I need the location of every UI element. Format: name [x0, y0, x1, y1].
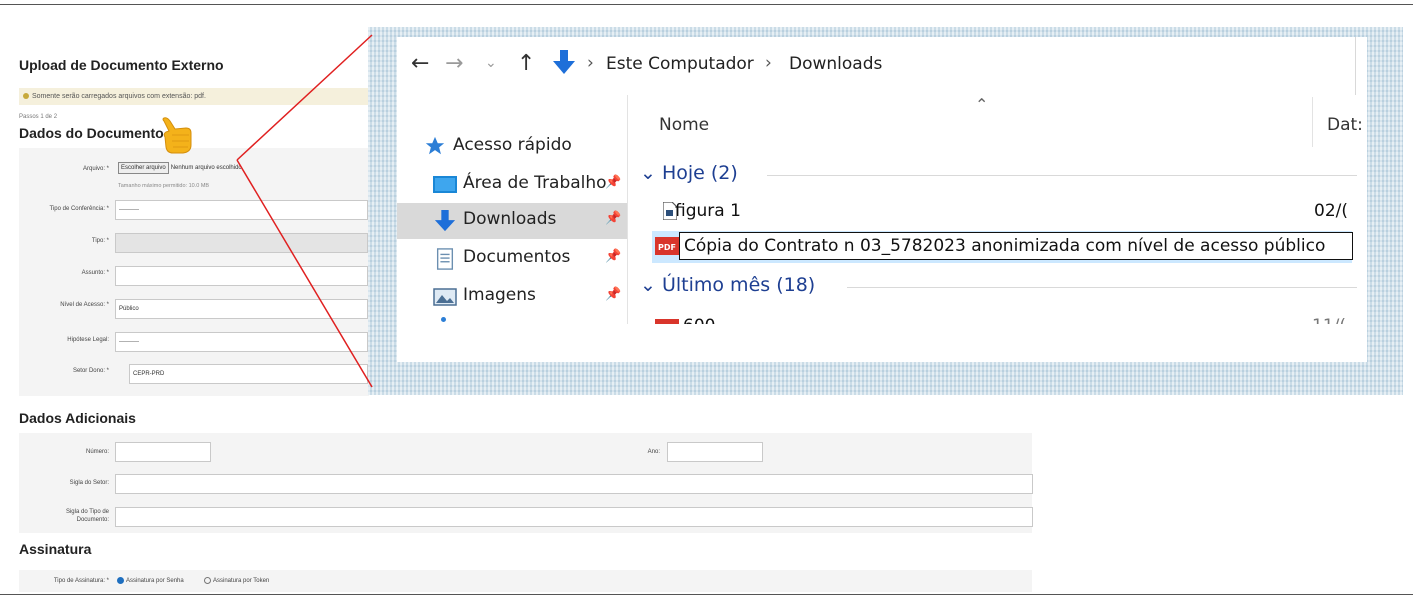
sigla-setor-input[interactable] — [115, 474, 1033, 494]
nivel-acesso-label: Nível de Acesso: * — [60, 302, 109, 308]
desktop-icon — [433, 176, 457, 193]
no-file-text: Nenhum arquivo escolhido — [170, 165, 242, 171]
pin-icon[interactable]: 📌 — [605, 249, 621, 264]
radio-unselected-icon[interactable] — [204, 577, 211, 584]
sort-ascending-icon: ⌃ — [975, 95, 989, 114]
pin-icon[interactable]: 📌 — [605, 211, 621, 226]
radio-assinatura-token[interactable]: Assinatura por Token — [204, 577, 269, 584]
pin-icon[interactable]: 📌 — [605, 287, 621, 302]
nav-item-downloads[interactable]: Downloads 📌 — [397, 203, 627, 239]
radio-senha-label: Assinatura por Senha — [126, 578, 184, 585]
pointing-hand-icon — [162, 117, 192, 154]
group-divider-line — [847, 287, 1357, 288]
star-icon — [425, 136, 445, 155]
column-header-nome[interactable]: Nome — [659, 115, 709, 135]
explorer-address-bar: ← → ⌄ ↑ › Este Computador › Downloads — [397, 37, 1367, 95]
arquivo-label: Arquivo: * — [82, 166, 109, 172]
breadcrumb-separator-icon: › — [765, 53, 772, 73]
numero-input[interactable] — [115, 442, 211, 462]
group-divider-line — [767, 175, 1357, 176]
bottom-border-line — [0, 594, 1413, 595]
recent-chevron-icon[interactable]: ⌄ — [485, 55, 497, 71]
download-arrow-icon — [553, 50, 575, 74]
tipo-label: Tipo: * — [91, 238, 109, 244]
up-arrow-icon[interactable]: ↑ — [517, 51, 535, 76]
nav-item-label: Imagens — [463, 285, 536, 305]
top-border-line — [0, 4, 1413, 5]
section-title-dados-documento: Dados do Documento — [19, 125, 164, 141]
address-bar-edge — [1355, 37, 1356, 95]
tipo-select[interactable] — [115, 233, 368, 253]
tipo-conferencia-label: Tipo de Conferência: * — [49, 206, 109, 212]
nav-item-acesso-rapido[interactable]: Acesso rápido — [397, 129, 627, 165]
nav-scroll-dot — [441, 317, 446, 322]
section-title-dados-adicionais: Dados Adicionais — [19, 410, 136, 426]
nav-item-area-de-trabalho[interactable]: Área de Trabalho 📌 — [397, 167, 627, 203]
warning-icon — [23, 93, 29, 100]
nav-item-documentos[interactable]: Documentos 📌 — [397, 241, 627, 277]
nav-item-label: Downloads — [463, 209, 557, 229]
sigla-tipo-label-line2: Documento: — [76, 517, 109, 523]
extension-notice-text: Somente serão carregados arquivos com ex… — [32, 93, 206, 100]
navigation-pane-divider — [627, 95, 628, 362]
sigla-tipo-input[interactable] — [115, 507, 1033, 527]
radio-token-label: Assinatura por Token — [213, 578, 270, 585]
nivel-acesso-select[interactable]: Público — [115, 299, 368, 319]
group-header-hoje[interactable]: ⌄ Hoje (2) — [640, 162, 738, 184]
file-row[interactable]: figura 1 02/( — [655, 197, 1355, 227]
ano-input[interactable] — [667, 442, 763, 462]
pin-icon[interactable]: 📌 — [605, 175, 621, 190]
hipotese-legal-select[interactable]: ---------- — [115, 332, 368, 352]
download-arrow-icon — [434, 210, 456, 232]
breadcrumb-este-computador[interactable]: Este Computador — [606, 54, 754, 74]
file-name: figura 1 — [675, 201, 741, 221]
radio-assinatura-senha[interactable]: Assinatura por Senha — [117, 577, 184, 584]
file-explorer-window: ← → ⌄ ↑ › Este Computador › Downloads Ac… — [397, 37, 1367, 362]
max-size-hint: Tamanho máximo permitido: 10.0 MB — [118, 183, 210, 189]
explorer-cutoff — [397, 324, 1367, 362]
nav-item-label: Documentos — [463, 247, 571, 267]
nav-item-label: Área de Trabalho — [463, 173, 607, 193]
assunto-label: Assunto: * — [81, 270, 109, 276]
column-divider[interactable] — [1312, 97, 1313, 147]
column-header-data[interactable]: Dat: — [1327, 115, 1363, 135]
breadcrumb-downloads[interactable]: Downloads — [789, 54, 882, 74]
group-header-ultimo-mes[interactable]: ⌄ Último mês (18) — [640, 274, 815, 296]
pdf-icon: PDF — [655, 237, 679, 255]
tipo-assinatura-label: Tipo de Assinatura: * — [53, 578, 109, 584]
numero-label: Número: — [85, 449, 109, 455]
group-hoje-label: Hoje (2) — [661, 162, 738, 184]
sigla-tipo-label-line1: Sigla do Tipo de — [65, 509, 109, 515]
svg-text:PDF: PDF — [658, 243, 676, 252]
chevron-down-icon: ⌄ — [640, 162, 656, 184]
nav-item-imagens[interactable]: Imagens 📌 — [397, 279, 627, 315]
rename-input-text: Cópia do Contrato n 03_5782023 anonimiza… — [684, 236, 1326, 256]
image-icon — [433, 288, 457, 306]
choose-file-button[interactable]: Escolher arquivo — [118, 162, 169, 174]
forward-arrow-icon[interactable]: → — [445, 51, 463, 76]
radio-selected-icon[interactable] — [117, 577, 124, 584]
setor-dono-input[interactable]: CEPR-PRD — [129, 364, 368, 384]
breadcrumb-separator-icon: › — [587, 53, 594, 73]
sigla-setor-label: Sigla do Setor: — [69, 480, 109, 486]
page-title: Upload de Documento Externo — [19, 57, 224, 73]
assunto-input[interactable] — [115, 266, 368, 286]
setor-dono-label: Setor Dono: * — [72, 368, 109, 374]
sigla-tipo-label: Sigla do Tipo de Documento: — [17, 508, 109, 524]
tipo-conferencia-select[interactable]: ---------- — [115, 200, 368, 220]
extension-notice: Somente serão carregados arquivos com ex… — [19, 88, 379, 105]
back-arrow-icon[interactable]: ← — [411, 51, 429, 76]
group-ultimo-mes-label: Último mês (18) — [661, 274, 816, 296]
chevron-down-icon: ⌄ — [640, 274, 656, 296]
hipotese-legal-label: Hipótese Legal: — [67, 337, 109, 343]
rename-input[interactable]: Cópia do Contrato n 03_5782023 anonimiza… — [679, 232, 1353, 260]
steps-indicator: Passos 1 de 2 — [19, 114, 58, 120]
ano-label: Ano: — [647, 449, 660, 455]
document-icon — [436, 248, 454, 270]
nav-item-label: Acesso rápido — [453, 135, 572, 155]
file-input[interactable]: Escolher arquivo Nenhum arquivo escolhido — [115, 161, 368, 177]
file-date: 02/( — [1314, 201, 1348, 221]
section-title-assinatura: Assinatura — [19, 541, 92, 557]
